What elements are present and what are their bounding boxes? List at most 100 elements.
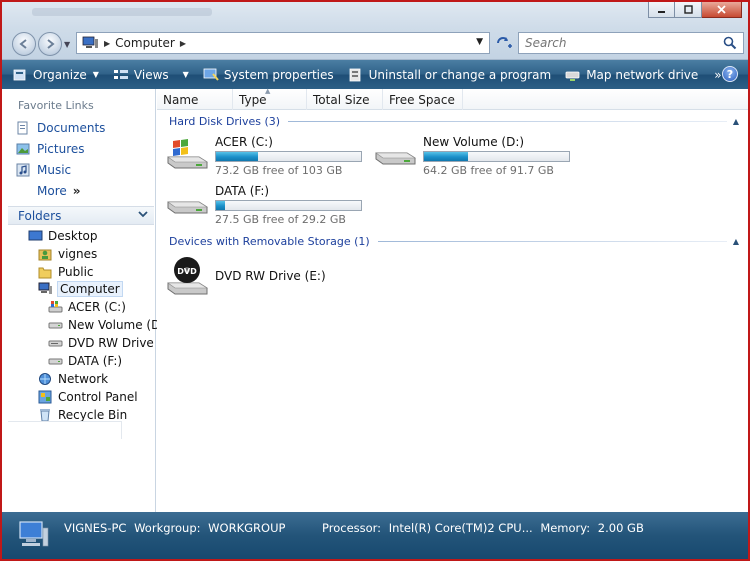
system-drive-icon xyxy=(48,301,63,313)
tree-item-label: DATA (F:) xyxy=(68,354,123,368)
workgroup-value: WORKGROUP xyxy=(208,521,286,535)
tree-item-control-panel[interactable]: Control Panel xyxy=(38,390,138,404)
user-folder-icon xyxy=(38,249,52,261)
more-commands-chevron[interactable]: » xyxy=(714,68,721,82)
column-type[interactable]: Type ▲ xyxy=(233,87,307,110)
collapse-icon[interactable]: ▲ xyxy=(733,237,739,246)
close-button[interactable] xyxy=(702,2,742,18)
chevron-down-icon[interactable] xyxy=(138,209,148,222)
column-free-space-label: Free Space xyxy=(389,92,455,107)
drive-usage-fill xyxy=(424,152,468,161)
details-pane: VIGNES-PC Workgroup: WORKGROUP Processor… xyxy=(2,512,748,559)
tree-item-label: Control Panel xyxy=(58,390,138,404)
folders-header-label: Folders xyxy=(18,208,62,223)
uninstall-button[interactable]: Uninstall or change a program xyxy=(348,67,552,82)
forward-button[interactable] xyxy=(38,32,62,56)
desktop-icon xyxy=(28,230,43,241)
drive-data-f[interactable]: DATA (F:) 27.5 GB free of 29.2 GB xyxy=(165,184,362,226)
help-icon: ? xyxy=(726,67,734,81)
views-button[interactable]: Views ▼ xyxy=(113,68,189,82)
drive-icon xyxy=(48,358,63,365)
close-icon xyxy=(717,5,726,14)
breadcrumb-computer[interactable]: Computer xyxy=(115,36,175,50)
drive-usage-bar xyxy=(423,151,570,162)
breadcrumb-separator[interactable]: ▶ xyxy=(180,39,186,48)
caption-buttons xyxy=(648,2,742,18)
group-header-label: Hard Disk Drives (3) xyxy=(169,115,281,128)
tree-item-label: Network xyxy=(58,372,109,386)
tree-item-acer-c[interactable]: ACER (C:) xyxy=(48,300,126,314)
title-text-area xyxy=(32,8,212,16)
search-icon[interactable] xyxy=(723,36,737,50)
drive-dvd-rw-e[interactable]: DVD DVD RW Drive (E:) xyxy=(165,255,326,299)
favorite-documents-label: Documents xyxy=(37,121,106,135)
map-drive-icon xyxy=(565,71,580,81)
control-panel-icon xyxy=(38,390,52,404)
tree-item-recycle-bin[interactable]: Recycle Bin xyxy=(38,408,127,422)
drive-name: DVD RW Drive (E:) xyxy=(215,269,326,283)
address-dropdown-icon[interactable]: ▼ xyxy=(476,37,483,47)
uninstall-label: Uninstall or change a program xyxy=(368,67,552,82)
drive-free-space: 64.2 GB free of 91.7 GB xyxy=(423,164,554,177)
tree-item-computer[interactable]: Computer xyxy=(38,281,123,297)
column-name-label: Name xyxy=(163,92,199,107)
search-box[interactable] xyxy=(518,32,744,54)
tree-item-data-f[interactable]: DATA (F:) xyxy=(48,354,122,368)
drive-icon xyxy=(375,152,417,165)
pane-divider xyxy=(8,421,122,439)
group-hard-disk-drives[interactable]: Hard Disk Drives (3) ▲ xyxy=(169,115,739,128)
back-button[interactable] xyxy=(12,32,36,56)
help-button[interactable]: ? xyxy=(722,66,738,82)
tree-item-desktop[interactable]: Desktop xyxy=(28,229,98,243)
column-type-label: Type xyxy=(239,92,267,107)
map-network-drive-button[interactable]: Map network drive xyxy=(565,68,698,82)
tree-item-vignes[interactable]: vignes xyxy=(38,247,97,261)
group-header-label: Devices with Removable Storage (1) xyxy=(169,235,370,248)
group-divider xyxy=(288,121,727,122)
favorite-documents[interactable]: Documents xyxy=(16,121,105,135)
system-drive-icon xyxy=(167,139,209,169)
organize-label: Organize xyxy=(33,67,87,82)
sort-arrow-icon: ▲ xyxy=(265,87,271,95)
folders-header[interactable]: Folders xyxy=(8,206,154,225)
breadcrumb-separator[interactable]: ▶ xyxy=(104,39,110,48)
more-links-link[interactable]: More » xyxy=(37,184,81,198)
tree-item-label: New Volume (D:) xyxy=(68,318,170,332)
computer-summary: VIGNES-PC Workgroup: WORKGROUP xyxy=(64,521,285,535)
more-label: More xyxy=(37,184,67,198)
content-pane: Name Type ▲ Total Size Free Space Hard D… xyxy=(157,87,748,512)
search-input[interactable] xyxy=(525,36,715,50)
column-free-space[interactable]: Free Space xyxy=(383,89,463,110)
collapse-icon[interactable]: ▲ xyxy=(733,117,739,126)
address-bar[interactable]: ▶ Computer ▶ ▼ xyxy=(76,32,490,54)
organize-icon xyxy=(13,69,26,80)
favorite-music[interactable]: Music xyxy=(16,163,71,177)
system-properties-button[interactable]: System properties xyxy=(203,68,334,82)
title-bar: ▼ ▶ Computer ▶ ▼ xyxy=(2,2,748,60)
favorite-pictures[interactable]: Pictures xyxy=(16,142,85,156)
memory-label: Memory: xyxy=(540,521,591,535)
drive-acer-c[interactable]: ACER (C:) 73.2 GB free of 103 GB xyxy=(165,135,362,177)
column-total-size[interactable]: Total Size xyxy=(307,89,383,110)
drive-free-space: 73.2 GB free of 103 GB xyxy=(215,164,343,177)
drive-free-space: 27.5 GB free of 29.2 GB xyxy=(215,213,346,226)
maximize-icon xyxy=(683,5,693,14)
dvd-logo-text: DVD xyxy=(177,267,197,276)
drive-new-volume-d[interactable]: New Volume (D:) 64.2 GB free of 91.7 GB xyxy=(373,135,570,177)
refresh-button[interactable] xyxy=(492,32,516,54)
group-removable-storage[interactable]: Devices with Removable Storage (1) ▲ xyxy=(169,235,739,248)
tree-item-new-volume-d[interactable]: New Volume (D:) xyxy=(48,318,169,332)
column-name[interactable]: Name xyxy=(157,89,233,110)
recent-pages-dropdown[interactable]: ▼ xyxy=(64,40,70,49)
column-headers: Name Type ▲ Total Size Free Space xyxy=(157,87,748,110)
system-properties-icon xyxy=(203,68,219,81)
tree-item-network[interactable]: Network xyxy=(38,372,108,386)
forward-arrow-icon xyxy=(47,39,55,49)
views-dropdown-icon: ▼ xyxy=(182,70,189,79)
organize-button[interactable]: Organize ▼ xyxy=(12,68,99,82)
drive-usage-bar xyxy=(215,151,362,162)
maximize-button[interactable] xyxy=(675,2,702,18)
minimize-button[interactable] xyxy=(648,2,675,18)
tree-item-public[interactable]: Public xyxy=(38,265,94,279)
recycle-bin-icon xyxy=(40,409,50,422)
